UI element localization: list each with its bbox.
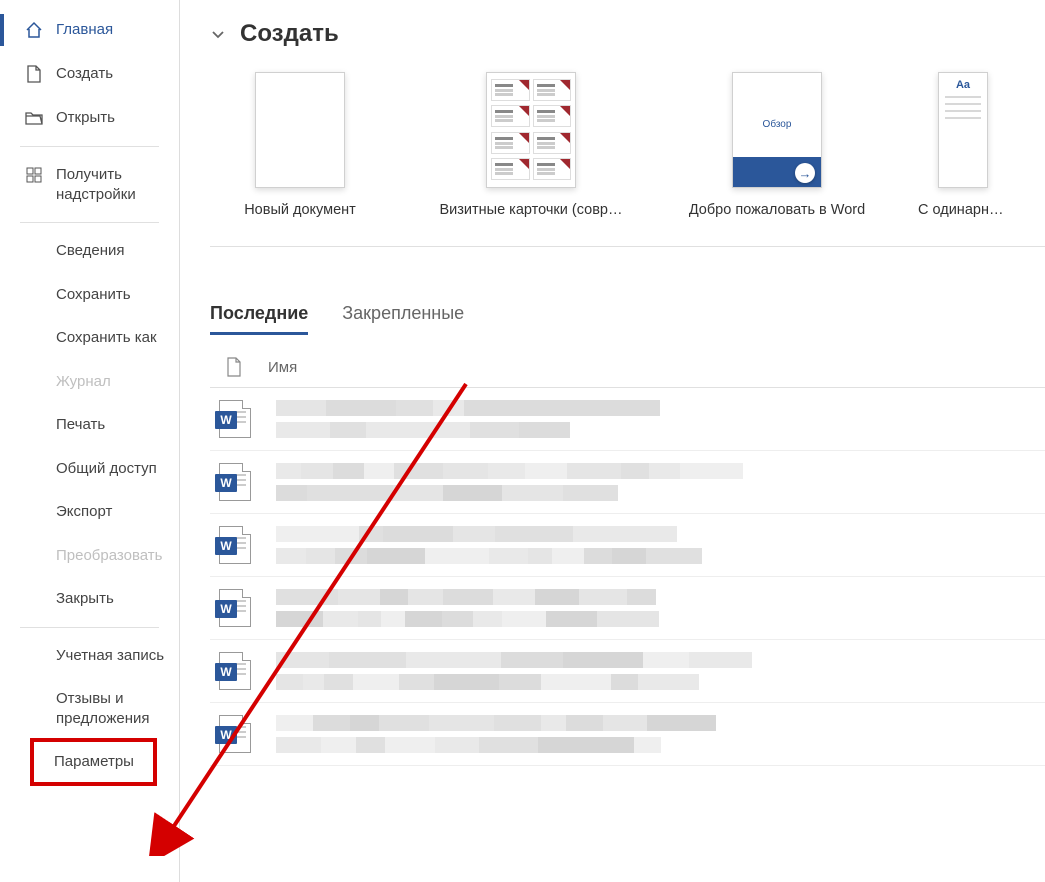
sidebar-item-label: Главная (56, 20, 113, 40)
sidebar-item-feedback[interactable]: Отзывы и предложения (0, 677, 179, 740)
template-caption: Добро пожаловать в Word (672, 202, 882, 218)
redacted-filename (276, 396, 1045, 442)
template-welcome-text: Обзор (733, 119, 821, 130)
sidebar-item-history: Журнал (0, 360, 179, 404)
sidebar-item-export[interactable]: Экспорт (0, 490, 179, 534)
recent-file-row[interactable]: W (210, 577, 1045, 640)
sidebar-item-open[interactable]: Открыть (0, 96, 179, 140)
word-document-icon: W (218, 588, 252, 628)
recent-file-row[interactable]: W (210, 514, 1045, 577)
chevron-down-icon (210, 26, 226, 42)
tab-recent[interactable]: Последние (210, 303, 308, 335)
recent-files-list: WWWWWW (210, 388, 1045, 766)
folder-icon (24, 108, 44, 128)
sidebar-item-label: Открыть (56, 108, 115, 128)
template-thumb (486, 72, 576, 188)
document-icon (226, 357, 268, 377)
main-panel: Создать Новый документ Визитные карточки… (180, 0, 1045, 882)
sidebar-item-home[interactable]: Главная (0, 8, 179, 52)
arrow-right-icon: → (795, 163, 815, 183)
sidebar-item-info[interactable]: Сведения (0, 229, 179, 273)
redacted-filename (276, 648, 1045, 694)
sidebar-item-transform: Преобразовать (0, 534, 179, 578)
sidebar-item-label: Сведения (56, 241, 125, 261)
redacted-filename (276, 711, 1045, 757)
grid-icon (24, 165, 44, 185)
redacted-filename (276, 522, 1045, 568)
template-business-cards[interactable]: Визитные карточки (совр… (426, 72, 636, 218)
template-thumb (255, 72, 345, 188)
sidebar-item-addins[interactable]: Получить надстройки (0, 153, 179, 216)
sidebar-item-options[interactable]: Параметры (32, 740, 155, 784)
template-aa-text: Aa (945, 79, 981, 91)
home-icon (24, 20, 44, 40)
word-document-icon: W (218, 525, 252, 565)
recent-file-row[interactable]: W (210, 451, 1045, 514)
sidebar-item-new[interactable]: Создать (0, 52, 179, 96)
template-blank[interactable]: Новый документ (210, 72, 390, 218)
sidebar-separator (20, 146, 159, 147)
word-document-icon: W (218, 462, 252, 502)
sidebar-item-label: Сохранить как (56, 328, 157, 348)
word-document-icon: W (218, 399, 252, 439)
template-row: Новый документ Визитные карточки (совр… … (210, 72, 1045, 247)
sidebar-item-label: Печать (56, 415, 105, 435)
sidebar-item-label: Параметры (54, 752, 134, 772)
sidebar-item-save[interactable]: Сохранить (0, 273, 179, 317)
word-document-icon: W (218, 714, 252, 754)
sidebar-item-label: Преобразовать (56, 546, 162, 566)
section-title: Создать (240, 20, 339, 48)
sidebar-item-label: Журнал (56, 372, 111, 392)
sidebar-item-label: Закрыть (56, 589, 114, 609)
sidebar-item-label: Создать (56, 64, 113, 84)
word-document-icon: W (218, 651, 252, 691)
template-caption: Новый документ (210, 202, 390, 218)
column-name: Имя (268, 359, 297, 376)
sidebar-separator (20, 627, 159, 628)
sidebar-item-label: Учетная запись (56, 646, 164, 666)
sidebar-item-label: Сохранить (56, 285, 131, 305)
sidebar-item-label: Общий доступ (56, 459, 157, 479)
template-thumb: Обзор → (732, 72, 822, 188)
sidebar-item-share[interactable]: Общий доступ (0, 447, 179, 491)
sidebar-item-label: Получить надстройки (56, 165, 165, 204)
sidebar-item-print[interactable]: Печать (0, 403, 179, 447)
recent-tabs: Последние Закрепленные (210, 303, 1045, 335)
template-thumb: Aa (938, 72, 988, 188)
document-icon (24, 64, 44, 84)
recent-list-header: Имя (210, 347, 1045, 388)
recent-file-row[interactable]: W (210, 640, 1045, 703)
sidebar-item-account[interactable]: Учетная запись (0, 634, 179, 678)
sidebar: Главная Создать Открыть Получить надстро… (0, 0, 180, 882)
recent-file-row[interactable]: W (210, 388, 1045, 451)
template-caption: С одинарным (918, 202, 1008, 218)
template-welcome[interactable]: Обзор → Добро пожаловать в Word (672, 72, 882, 218)
sidebar-item-save-as[interactable]: Сохранить как (0, 316, 179, 360)
section-header-create[interactable]: Создать (210, 20, 1045, 48)
redacted-filename (276, 459, 1045, 505)
redacted-filename (276, 585, 1045, 631)
template-caption: Визитные карточки (совр… (426, 202, 636, 218)
sidebar-item-label: Отзывы и предложения (56, 689, 165, 728)
recent-file-row[interactable]: W (210, 703, 1045, 766)
tab-pinned[interactable]: Закрепленные (342, 303, 464, 335)
sidebar-item-close[interactable]: Закрыть (0, 577, 179, 621)
template-single-spacing[interactable]: Aa С одинарным (918, 72, 1008, 218)
sidebar-separator (20, 222, 159, 223)
sidebar-item-label: Экспорт (56, 502, 112, 522)
